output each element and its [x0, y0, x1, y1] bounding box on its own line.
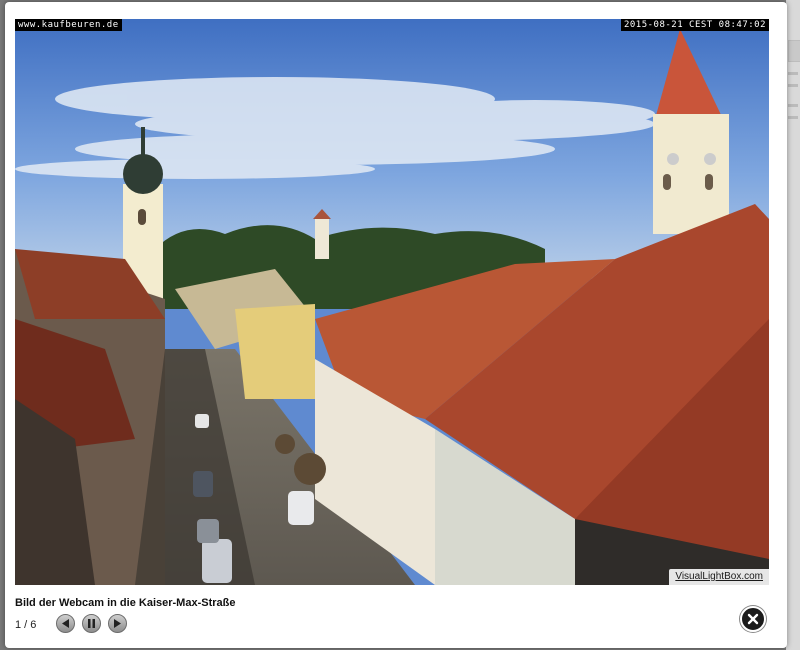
prev-icon — [62, 619, 69, 628]
close-lightbox-button[interactable] — [740, 606, 766, 632]
background-text-line — [788, 116, 798, 119]
background-thumbnail — [788, 40, 800, 62]
webcam-image: www.kaufbeuren.de 2015-08-21 CEST 08:47:… — [15, 19, 769, 585]
pause-slideshow-button[interactable] — [82, 614, 101, 633]
background-page-strip — [786, 0, 800, 650]
visuallightbox-credit-link[interactable]: VisualLightBox.com — [669, 569, 769, 585]
background-text-line — [788, 104, 798, 107]
background-text-line — [788, 72, 798, 75]
next-image-button[interactable] — [108, 614, 127, 633]
webcam-photo-scene — [15, 19, 769, 585]
close-icon — [747, 613, 759, 625]
lightbox-panel: www.kaufbeuren.de 2015-08-21 CEST 08:47:… — [5, 2, 787, 648]
previous-image-button[interactable] — [56, 614, 75, 633]
background-text-line — [788, 84, 798, 87]
image-caption: Bild der Webcam in die Kaiser-Max-Straße — [15, 597, 236, 609]
webcam-url-overlay: www.kaufbeuren.de — [15, 19, 122, 31]
pause-icon — [88, 619, 95, 628]
webcam-timestamp-overlay: 2015-08-21 CEST 08:47:02 — [620, 19, 769, 31]
image-counter: 1 / 6 — [15, 619, 37, 631]
next-icon — [114, 619, 121, 628]
